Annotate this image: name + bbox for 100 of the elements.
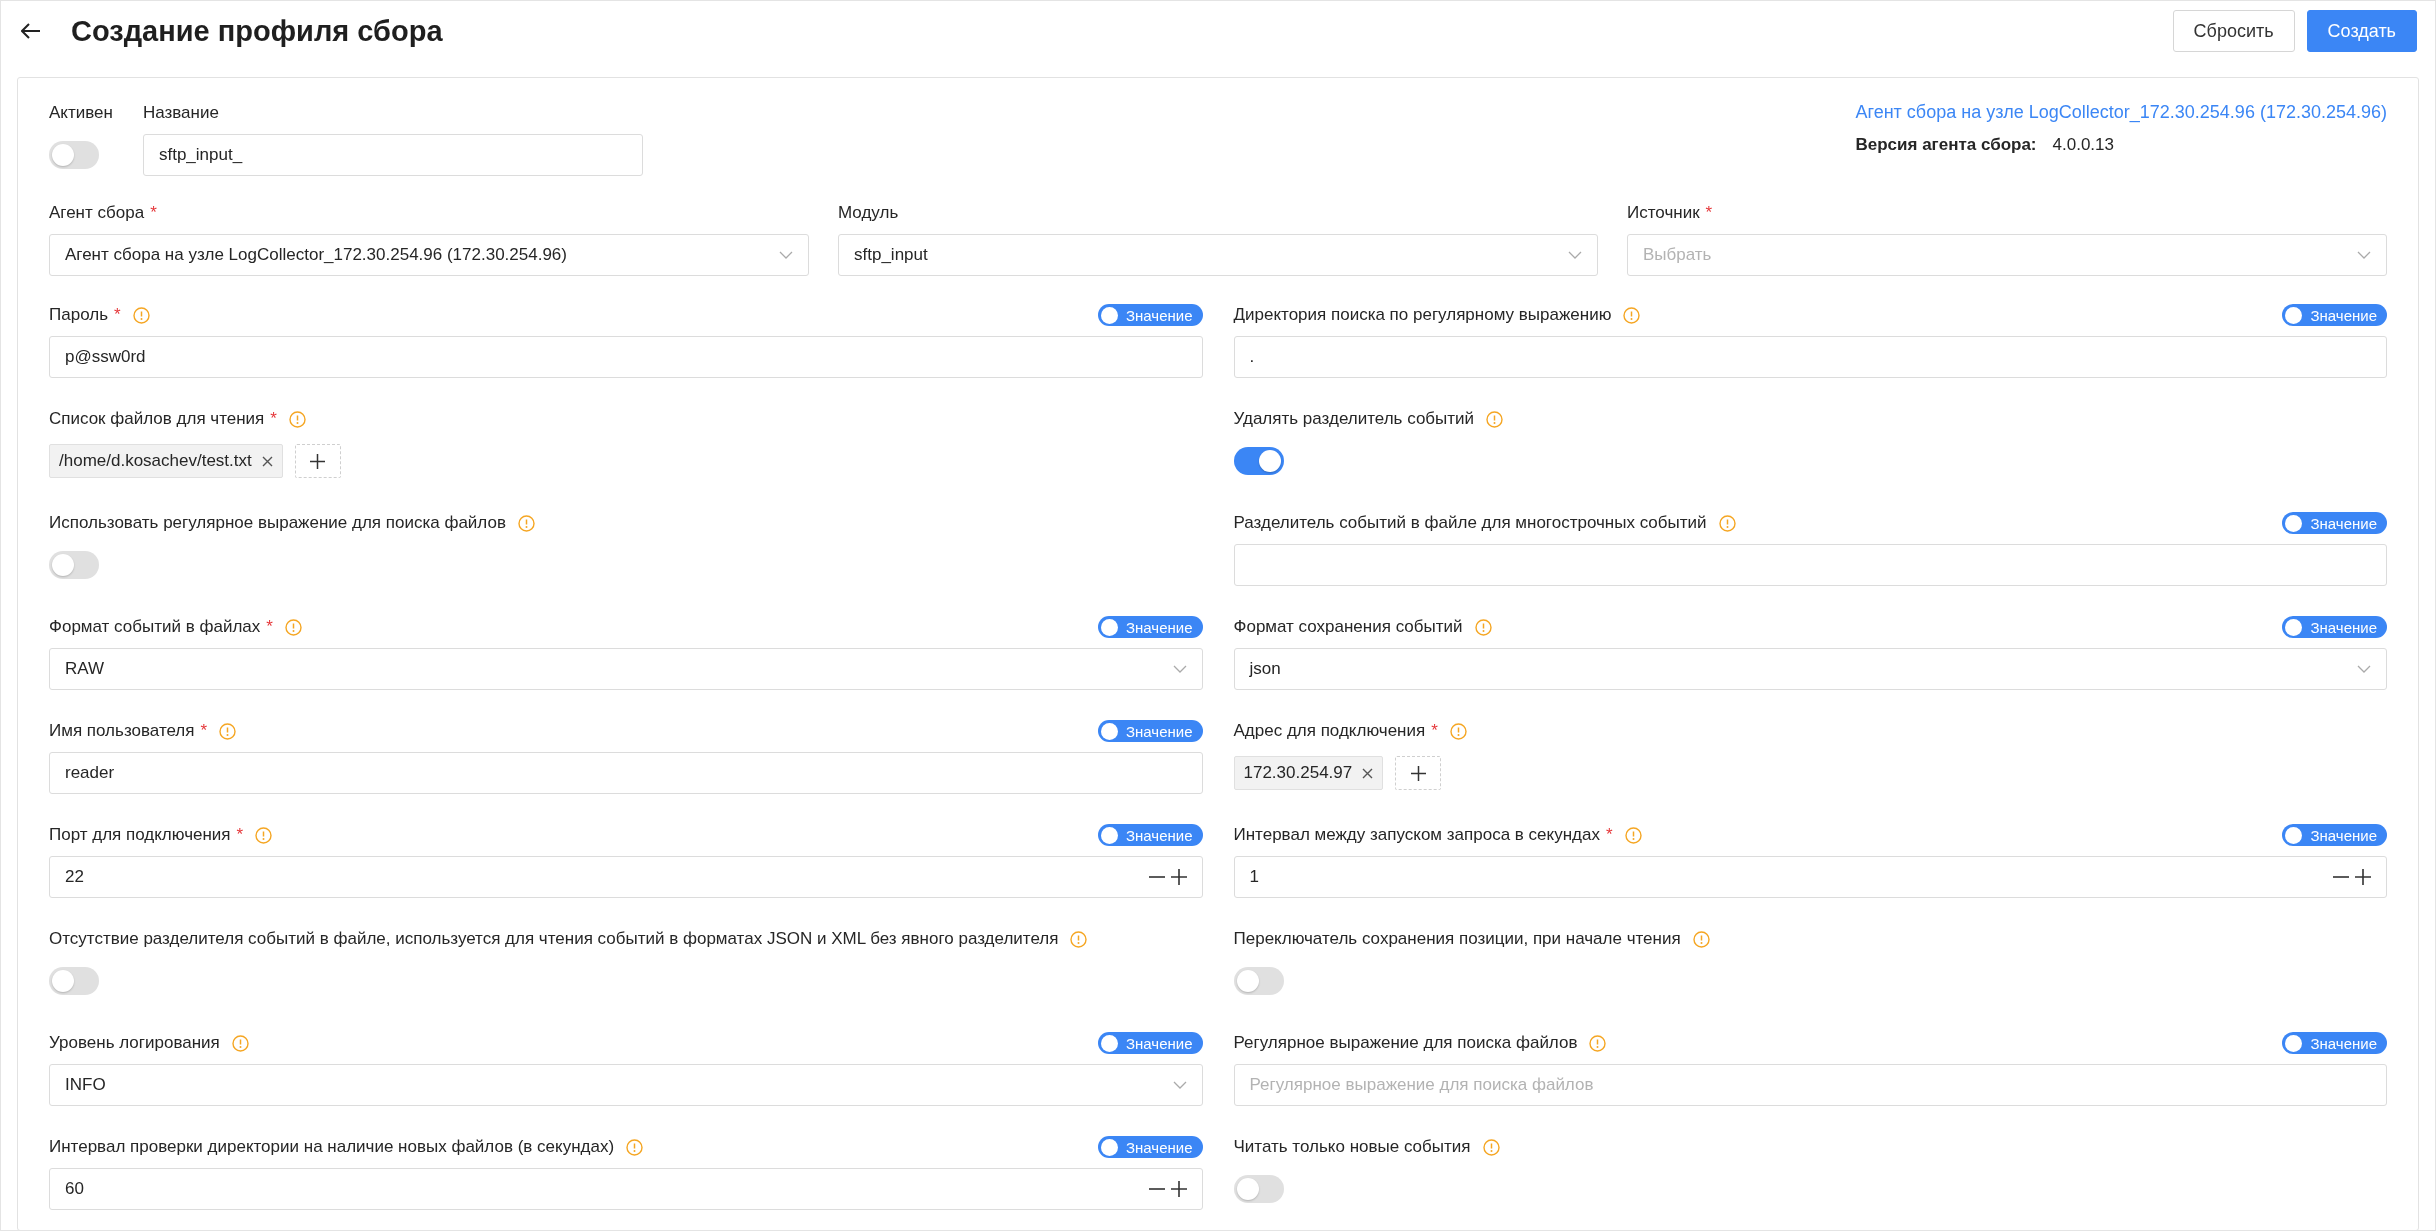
plus-icon — [310, 453, 326, 469]
chevron-down-icon — [779, 251, 793, 259]
number-field[interactable]: 60 — [49, 1168, 1203, 1210]
select-field[interactable]: INFO — [49, 1064, 1203, 1106]
create-button[interactable]: Создать — [2306, 10, 2417, 52]
required-mark: * — [200, 721, 208, 741]
text-field[interactable] — [1233, 544, 2387, 586]
text-field[interactable]: p@ssw0rd — [49, 336, 1203, 378]
info-icon — [255, 826, 273, 844]
field-label: Формат событий в файлах — [49, 616, 261, 638]
toggle-switch[interactable] — [49, 551, 99, 579]
field-label: Разделитель событий в файле для многострочных событий — [1233, 512, 1707, 534]
field-label: Формат сохранения событий — [1233, 616, 1463, 638]
text-field[interactable]: reader — [49, 752, 1203, 794]
field-label: Уровень логирования — [49, 1032, 220, 1054]
select-field[interactable]: Агент сбора на узле LogCollector_172.30.254.96 (172.30.254.96) — [49, 234, 809, 276]
required-mark: * — [270, 409, 277, 429]
plus-icon[interactable] — [2355, 869, 2371, 885]
agent-link[interactable]: Агент сбора на узле LogCollector_172.30.254.96 (172.30.254.96) — [1855, 102, 2387, 123]
field-label: Агент сбора — [49, 202, 145, 224]
field-label: Модуль — [838, 202, 899, 224]
field-label: Источник — [1627, 202, 1700, 224]
arrow-left-icon — [21, 23, 41, 39]
required-mark: * — [1705, 203, 1713, 223]
info-icon — [1474, 618, 1492, 636]
number-field[interactable]: 1 — [1233, 856, 2387, 898]
field-label: Адрес для подключения — [1233, 720, 1426, 742]
field-label: Интервал проверки директории на наличие новых файлов (в секундах) — [49, 1136, 615, 1158]
info-icon — [626, 1138, 644, 1156]
value-switch[interactable]: Значение — [1097, 1136, 1203, 1158]
info-icon — [1486, 410, 1504, 428]
info-icon — [1692, 930, 1710, 948]
select-field[interactable]: RAW — [49, 648, 1203, 690]
info-icon — [1623, 306, 1641, 324]
value-switch[interactable]: Значение — [1097, 304, 1203, 326]
field-label: Активен — [49, 102, 113, 124]
number-field[interactable]: 22 — [49, 856, 1203, 898]
close-icon[interactable] — [261, 455, 273, 467]
chevron-down-icon — [2357, 665, 2371, 673]
chevron-down-icon — [2357, 251, 2371, 259]
value-switch[interactable]: Значение — [2282, 1032, 2387, 1054]
value-switch[interactable]: Значение — [1097, 720, 1203, 742]
text-field[interactable]: Регулярное выражение для поиска файлов — [1233, 1064, 2387, 1106]
toggle-switch[interactable] — [49, 967, 99, 995]
text-field[interactable]: . — [1233, 336, 2387, 378]
plus-icon[interactable] — [1170, 869, 1187, 885]
value-switch[interactable]: Значение — [1097, 1032, 1203, 1054]
info-icon — [231, 1034, 249, 1052]
field-label: Название — [142, 102, 220, 124]
value-switch[interactable]: Значение — [1097, 824, 1203, 846]
chevron-down-icon — [1172, 1081, 1187, 1089]
toggle-switch[interactable] — [1233, 447, 1284, 475]
toggle-switch[interactable] — [1233, 1175, 1284, 1203]
required-mark: * — [1605, 825, 1613, 845]
value-switch[interactable]: Значение — [2282, 304, 2387, 326]
close-icon[interactable] — [1362, 767, 1374, 779]
minus-icon[interactable] — [1148, 1188, 1165, 1190]
field-label: Отсутствие разделителя событий в файле, используется для чтения событий в форматах JSON и XML без явного разделителя — [49, 928, 1059, 950]
info-icon — [1449, 722, 1467, 740]
value-switch[interactable]: Значение — [2282, 512, 2387, 534]
plus-icon — [1410, 765, 1426, 781]
required-mark: * — [266, 617, 273, 637]
value-switch[interactable]: Значение — [2282, 824, 2387, 846]
info-icon — [219, 722, 237, 740]
version-label: Версия агента сбора: — [1855, 135, 2037, 155]
tag-text: 172.30.254.97 — [1243, 763, 1353, 783]
minus-icon[interactable] — [1148, 876, 1165, 878]
plus-icon[interactable] — [1170, 1181, 1187, 1197]
select-field[interactable]: json — [1233, 648, 2387, 690]
info-icon — [1070, 930, 1088, 948]
info-icon — [1482, 1138, 1500, 1156]
field-label: Пароль — [49, 304, 108, 326]
select-field[interactable]: sftp_input — [838, 234, 1598, 276]
add-button[interactable] — [294, 444, 341, 478]
chevron-down-icon — [1568, 251, 1582, 259]
field-label: Переключатель сохранения позиции, при начале чтения — [1233, 928, 1681, 950]
toggle-switch[interactable] — [1233, 967, 1284, 995]
select-field[interactable]: Выбрать — [1627, 234, 2387, 276]
reset-button[interactable]: Сбросить — [2172, 10, 2295, 52]
field-label: Имя пользователя — [49, 720, 195, 742]
add-button[interactable] — [1395, 756, 1442, 790]
info-icon — [517, 514, 535, 532]
version-value: 4.0.0.13 — [2052, 135, 2114, 155]
chevron-down-icon — [1172, 665, 1187, 673]
field-label: Порт для подключения — [49, 824, 231, 846]
field-label: Интервал между запуском запроса в секундах — [1233, 824, 1600, 846]
field-label: Удалять разделитель событий — [1233, 408, 1475, 430]
required-mark: * — [1431, 721, 1438, 741]
info-icon — [1589, 1034, 1607, 1052]
value-switch[interactable]: Значение — [1097, 616, 1203, 638]
tag-text: /home/d.kosachev/test.txt — [59, 451, 252, 471]
value-switch[interactable]: Значение — [2282, 616, 2387, 638]
info-icon — [288, 410, 306, 428]
field-label: Читать только новые события — [1233, 1136, 1471, 1158]
name-field[interactable]: sftp_input_ — [142, 134, 643, 176]
field-label: Использовать регулярное выражение для поиска файлов — [49, 512, 506, 534]
required-mark: * — [150, 203, 157, 223]
info-icon — [132, 306, 150, 324]
toggle-switch[interactable] — [49, 141, 99, 169]
field-label: Регулярное выражение для поиска файлов — [1233, 1032, 1578, 1054]
